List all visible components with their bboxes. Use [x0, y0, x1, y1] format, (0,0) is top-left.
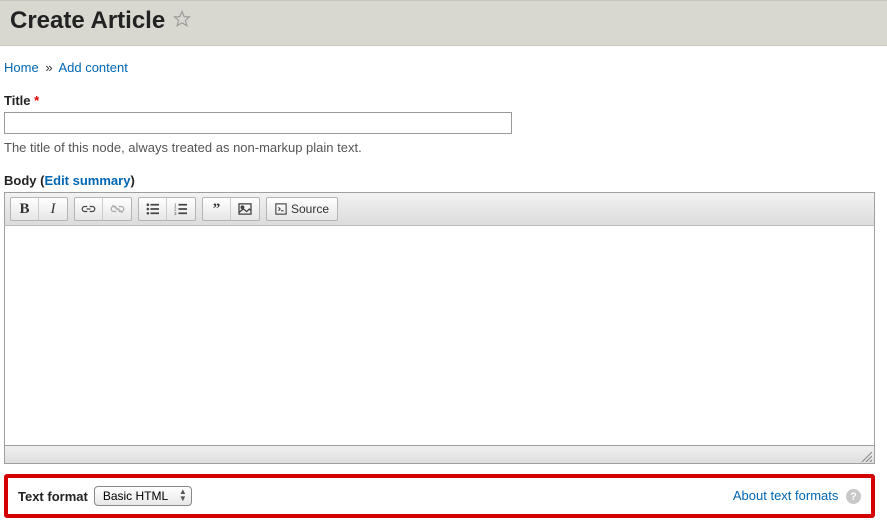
page-title: Create Article	[10, 7, 165, 35]
title-label: Title *	[4, 93, 875, 108]
numbered-list-button[interactable]: 1 2 3	[167, 198, 195, 220]
italic-button[interactable]: I	[39, 198, 67, 220]
editor-footer	[4, 446, 875, 464]
body-label: Body (Edit summary)	[4, 173, 875, 188]
link-icon	[81, 203, 96, 215]
editor-content-area[interactable]	[4, 226, 875, 446]
required-indicator: *	[34, 93, 39, 108]
unlink-icon	[110, 203, 125, 215]
title-hint: The title of this node, always treated a…	[4, 140, 875, 155]
text-format-select[interactable]: Basic HTML	[94, 486, 192, 506]
blockquote-button[interactable]: ”	[203, 198, 231, 220]
unlink-button[interactable]	[103, 198, 131, 220]
bullet-list-icon	[146, 203, 160, 215]
link-button[interactable]	[75, 198, 103, 220]
rich-text-editor: B I	[4, 192, 875, 464]
editor-toolbar: B I	[4, 192, 875, 226]
text-format-row: Text format Basic HTML ▲▼ About text for…	[4, 474, 875, 518]
breadcrumb-separator: »	[45, 60, 52, 75]
numbered-list-icon: 1 2 3	[174, 203, 188, 215]
bullet-list-button[interactable]	[139, 198, 167, 220]
breadcrumb-home-link[interactable]: Home	[4, 60, 39, 75]
text-format-label: Text format	[18, 489, 88, 504]
help-icon[interactable]: ?	[846, 489, 861, 504]
breadcrumb: Home » Add content	[4, 60, 875, 75]
bold-button[interactable]: B	[11, 198, 39, 220]
page-header: Create Article	[0, 0, 887, 46]
title-input[interactable]	[4, 112, 512, 134]
svg-text:3: 3	[174, 211, 177, 215]
source-button[interactable]: Source	[267, 198, 337, 220]
image-icon	[238, 203, 252, 215]
image-button[interactable]	[231, 198, 259, 220]
star-outline-icon[interactable]	[173, 10, 191, 33]
source-icon	[275, 203, 287, 215]
edit-summary-link[interactable]: Edit summary	[44, 173, 130, 188]
about-text-formats-link[interactable]: About text formats	[733, 488, 839, 503]
breadcrumb-add-content-link[interactable]: Add content	[58, 60, 127, 75]
resize-handle-icon[interactable]	[860, 450, 872, 462]
quote-icon: ”	[213, 201, 221, 218]
